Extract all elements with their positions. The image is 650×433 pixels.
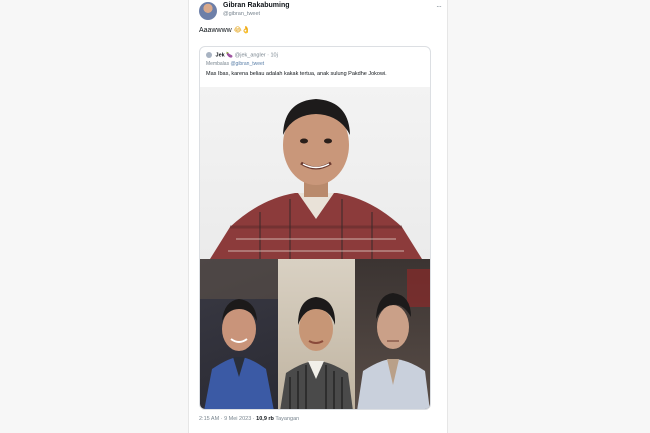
quote-avatar[interactable] — [206, 52, 212, 58]
tweet-card[interactable]: Gibran Rakabuming @gibran_tweet ··· Aaaw… — [188, 0, 448, 433]
quote-author-handle[interactable]: @jek_angler — [235, 52, 266, 58]
quote-author-name[interactable]: Jek — [216, 52, 225, 58]
quote-reply-handle[interactable]: @gibran_tweet — [230, 61, 264, 67]
tweet-timestamp[interactable]: 2:15 AM · 9 Mei 2023 · — [199, 416, 255, 422]
quote-time: · 10j — [267, 52, 278, 59]
tweet-views-count: 10,9 rb — [256, 416, 274, 422]
quote-text: Mas Ibas, karena beliau adalah kakak ter… — [206, 71, 387, 77]
tweet-views-label: Tayangan — [275, 416, 300, 422]
left-background — [0, 0, 188, 433]
portrait-illustration-right — [357, 269, 430, 409]
quote-image-middle[interactable] — [278, 259, 355, 409]
quote-image-row — [200, 259, 430, 409]
portrait-illustration-middle — [280, 297, 353, 409]
tweet-header: Gibran Rakabuming @gibran_tweet ··· — [199, 2, 442, 22]
quoted-tweet[interactable]: Jek 🍆 @jek_angler · 10j Membalas @gibran… — [199, 46, 431, 410]
quote-image-main[interactable] — [200, 87, 430, 259]
portrait-illustration-left — [200, 259, 278, 409]
quote-author-emoji: 🍆 — [226, 52, 234, 59]
right-background — [448, 0, 650, 433]
tweet-text: Aaawwww 😂👌 — [199, 26, 251, 34]
tweet-emojis: 😂👌 — [233, 27, 251, 34]
author-name[interactable]: Gibran Rakabuming — [223, 2, 290, 9]
portrait-illustration-main — [210, 99, 422, 259]
quote-reply-prefix: Membalas — [206, 61, 230, 67]
author-avatar[interactable] — [199, 2, 217, 20]
quote-image-left[interactable] — [200, 259, 278, 409]
quote-header: Jek 🍆 @jek_angler · 10j — [206, 52, 278, 58]
quote-reply-line: Membalas @gibran_tweet — [206, 61, 264, 67]
more-options-icon[interactable]: ··· — [436, 2, 442, 11]
page: Gibran Rakabuming @gibran_tweet ··· Aaaw… — [0, 0, 650, 433]
tweet-text-content: Aaawwww — [199, 27, 232, 34]
author-handle[interactable]: @gibran_tweet — [223, 11, 260, 17]
quote-image-right[interactable] — [355, 259, 430, 409]
tweet-footer: 2:15 AM · 9 Mei 2023 · 10,9 rb Tayangan — [199, 416, 299, 422]
